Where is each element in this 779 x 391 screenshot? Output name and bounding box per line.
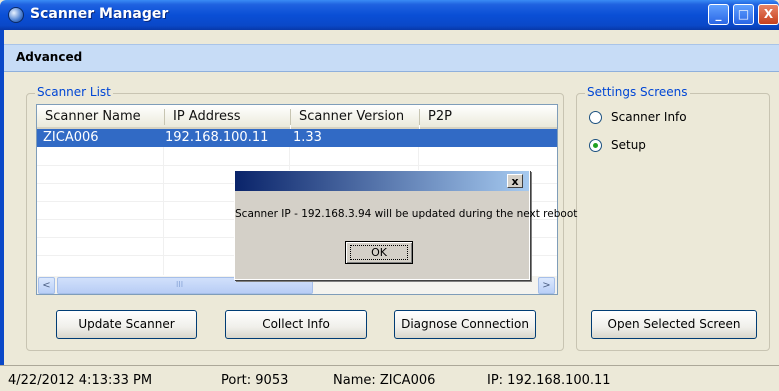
- radio-setup-label[interactable]: Setup: [611, 138, 646, 152]
- cell-ip-address: 192.168.100.11: [165, 130, 269, 145]
- settings-screens-label: Settings Screens: [585, 85, 690, 99]
- globe-app-icon: [8, 7, 24, 23]
- open-selected-screen-button[interactable]: Open Selected Screen: [591, 310, 757, 339]
- status-name: Name: ZICA006: [333, 373, 436, 388]
- grid-line: [163, 147, 164, 293]
- cell-scanner-version: 1.33: [293, 130, 322, 145]
- minimize-button[interactable]: _: [708, 4, 729, 25]
- dialog-message: Scanner IP - 192.168.3.94 will be update…: [235, 208, 578, 220]
- cell-p2p: [419, 129, 423, 147]
- column-header-p2p[interactable]: P2P: [420, 105, 557, 129]
- close-button[interactable]: X: [758, 4, 779, 25]
- dialog-ok-button[interactable]: OK: [345, 241, 413, 264]
- menu-strip: [4, 44, 779, 72]
- dialog-title-bar[interactable]: [235, 171, 529, 191]
- update-scanner-button[interactable]: Update Scanner: [56, 310, 197, 339]
- window-frame-left: [0, 30, 4, 391]
- cell-scanner-name: ZICA006: [43, 130, 99, 145]
- focus-rectangle: [350, 245, 408, 260]
- column-header-scanner-name[interactable]: Scanner Name: [37, 105, 165, 129]
- status-port: Port: 9053: [221, 373, 289, 388]
- scroll-right-button[interactable]: >: [538, 277, 555, 294]
- collect-info-button[interactable]: Collect Info: [225, 310, 367, 339]
- scroll-thumb-grip: III: [176, 280, 184, 289]
- message-dialog[interactable]: x Scanner IP - 192.168.3.94 will be upda…: [234, 170, 578, 280]
- status-datetime: 4/22/2012 4:13:33 PM: [8, 373, 153, 388]
- diagnose-connection-button[interactable]: Diagnose Connection: [394, 310, 536, 339]
- radio-scanner-info-label[interactable]: Scanner Info: [611, 110, 687, 124]
- status-ip: IP: 192.168.100.11: [487, 373, 611, 388]
- radio-scanner-info[interactable]: [589, 111, 602, 124]
- window-title: Scanner Manager: [30, 6, 169, 22]
- maximize-button[interactable]: □: [733, 4, 754, 25]
- menu-advanced[interactable]: Advanced: [16, 50, 82, 64]
- dialog-close-button[interactable]: x: [507, 174, 523, 188]
- radio-setup[interactable]: [589, 139, 602, 152]
- radio-selected-dot: [593, 143, 598, 148]
- column-header-scanner-version[interactable]: Scanner Version: [291, 105, 419, 129]
- column-header-ip-address[interactable]: IP Address: [165, 105, 290, 129]
- grid-line: [37, 165, 557, 166]
- scroll-left-button[interactable]: <: [38, 277, 55, 294]
- scanner-list-label: Scanner List: [35, 85, 113, 99]
